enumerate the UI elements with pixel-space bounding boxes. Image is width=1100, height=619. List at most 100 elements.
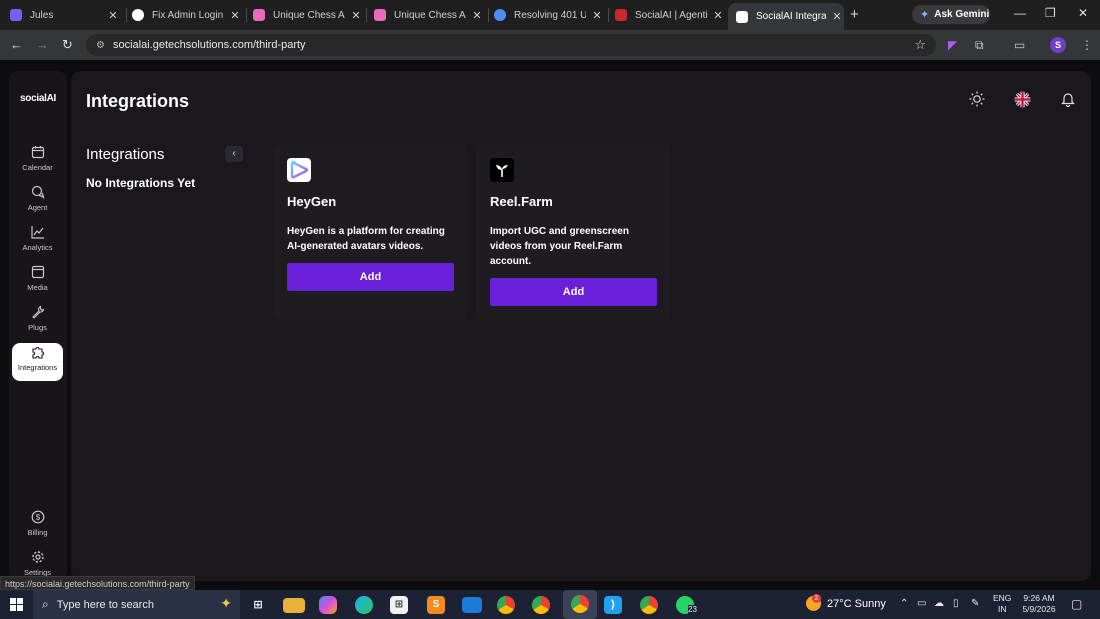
- file-explorer-icon[interactable]: [283, 598, 305, 613]
- split-view-icon[interactable]: ▭: [1014, 38, 1025, 52]
- socialai-icon: [736, 10, 748, 23]
- pen-icon[interactable]: ✎: [971, 598, 979, 609]
- theme-toggle-sun-icon[interactable]: [969, 91, 985, 112]
- chess-icon: [253, 9, 265, 21]
- close-icon[interactable]: ✕: [106, 9, 120, 22]
- forward-icon[interactable]: →: [36, 37, 49, 52]
- integration-description: Import UGC and greenscreen videos from y…: [490, 226, 629, 267]
- task-view-icon[interactable]: ⊞: [247, 594, 269, 616]
- extension-icon[interactable]: ◤: [948, 38, 957, 52]
- sidebar-item-label: Analytics: [22, 243, 53, 252]
- site-settings-icon[interactable]: ⚙: [96, 40, 105, 51]
- tab-resolving-401[interactable]: Resolving 401 Un ✕: [494, 4, 604, 26]
- close-icon[interactable]: ✕: [711, 9, 725, 22]
- sidebar-item-media[interactable]: Media: [12, 263, 63, 301]
- copilot-icon[interactable]: [319, 596, 337, 614]
- github-icon: [132, 9, 144, 21]
- collapse-panel-button[interactable]: ‹: [225, 146, 243, 162]
- integration-name: HeyGen: [287, 194, 337, 209]
- integration-description: HeyGen is a platform for creating AI-gen…: [287, 226, 445, 252]
- restore-icon[interactable]: ❐: [1045, 6, 1056, 20]
- screen: Jules ✕ Fix Admin Login a ✕ Unique Chess…: [0, 0, 1100, 619]
- tab-unique-chess-1[interactable]: Unique Chess Aca ✕: [253, 4, 363, 26]
- sidebar-item-integrations[interactable]: Integrations: [12, 343, 63, 381]
- new-tab-button[interactable]: +: [850, 6, 859, 23]
- language-indicator[interactable]: ENG IN: [993, 593, 1011, 615]
- search-placeholder: Type here to search: [56, 598, 154, 611]
- extensions-puzzle-icon[interactable]: ⧉: [975, 38, 984, 53]
- chrome-active-window-icon[interactable]: [563, 590, 597, 619]
- dollar-icon: $: [12, 508, 63, 526]
- battery-icon[interactable]: ▭: [917, 598, 926, 609]
- sidebar-item-label: Integrations: [17, 363, 58, 372]
- close-window-icon[interactable]: ✕: [1078, 6, 1088, 20]
- jules-icon: [10, 9, 22, 21]
- weather-text: 27°C Sunny: [827, 597, 886, 610]
- empty-state-text: No Integrations Yet: [86, 176, 196, 190]
- tab-github[interactable]: Fix Admin Login a ✕: [132, 4, 242, 26]
- clock-time: 9:26 AM: [1023, 593, 1055, 603]
- back-icon[interactable]: ←: [10, 37, 23, 52]
- vscode-icon[interactable]: ⟩: [604, 596, 622, 614]
- language-code: ENG: [993, 593, 1012, 603]
- sidebar-item-billing[interactable]: $ Billing: [12, 508, 63, 546]
- notifications-bell-icon[interactable]: [1060, 91, 1076, 112]
- profile-avatar[interactable]: S: [1050, 37, 1066, 53]
- close-icon[interactable]: ✕: [470, 9, 484, 22]
- chat-icon: [12, 183, 63, 201]
- chrome-icon[interactable]: [497, 596, 515, 614]
- region-code: IN: [997, 604, 1007, 614]
- tab-jules[interactable]: Jules ✕: [10, 4, 120, 26]
- reload-icon[interactable]: ↻: [62, 37, 73, 53]
- logo: socialAI: [20, 93, 56, 104]
- chrome-second-profile-icon[interactable]: [640, 596, 658, 614]
- mail-icon[interactable]: [462, 597, 482, 613]
- cloud-icon[interactable]: ☁: [934, 598, 944, 609]
- sublime-icon[interactable]: S: [427, 596, 445, 614]
- browser-toolbar: ← → ↻ ⚙ socialai.getechsolutions.com/thi…: [0, 30, 1100, 60]
- tab-title: Unique Chess Aca: [394, 9, 466, 21]
- chrome-profile-icon[interactable]: [532, 596, 550, 614]
- close-icon[interactable]: ✕: [349, 9, 363, 22]
- edge-icon[interactable]: [355, 596, 373, 614]
- integration-name: Reel.Farm: [490, 194, 553, 209]
- close-icon[interactable]: ✕: [228, 9, 242, 22]
- tab-socialai-agentic[interactable]: SocialAI | Agentic ✕: [615, 4, 725, 26]
- url-text: socialai.getechsolutions.com/third-party: [112, 39, 306, 51]
- sidebar-item-plugs[interactable]: Plugs: [12, 303, 63, 341]
- show-hidden-icons-chevron-icon[interactable]: ⌃: [900, 598, 908, 609]
- ask-gemini-label: Ask Gemini: [934, 9, 990, 20]
- integration-card-reelfarm: Reel.Farm Import UGC and greenscreen vid…: [476, 144, 670, 320]
- sidebar-item-agent[interactable]: Agent: [12, 183, 63, 221]
- sidebar-item-label: Plugs: [28, 323, 47, 332]
- tab-unique-chess-2[interactable]: Unique Chess Aca ✕: [374, 4, 484, 26]
- close-icon[interactable]: ✕: [590, 9, 604, 22]
- menu-kebab-icon[interactable]: ⋮: [1081, 38, 1093, 52]
- copilot-sparkle-icon: ✦: [220, 595, 232, 611]
- device-icon[interactable]: ▯: [953, 598, 959, 609]
- heygen-logo-icon: [287, 158, 311, 182]
- add-reelfarm-button[interactable]: Add: [490, 278, 657, 306]
- store-icon[interactable]: ⊞: [390, 596, 408, 614]
- sidebar-item-calendar[interactable]: Calendar: [12, 143, 63, 181]
- bookmark-star-icon[interactable]: ☆: [914, 37, 926, 53]
- close-icon[interactable]: ✕: [830, 10, 844, 23]
- add-heygen-button[interactable]: Add: [287, 263, 454, 291]
- clock[interactable]: 9:26 AM 5/9/2026: [1019, 593, 1059, 615]
- sidebar-item-label: Billing: [27, 528, 48, 537]
- ask-gemini-button[interactable]: ✦ Ask Gemini: [912, 5, 990, 24]
- uk-flag-language-icon[interactable]: [1014, 91, 1031, 113]
- notification-center-icon[interactable]: ▢: [1071, 597, 1082, 611]
- tab-socialai-integrations[interactable]: SocialAI Integratic ✕: [728, 3, 844, 30]
- minimize-icon[interactable]: —: [1014, 6, 1026, 20]
- panel-title: Integrations: [86, 146, 165, 163]
- wrench-icon: [12, 303, 63, 321]
- windows-start-icon[interactable]: [10, 598, 23, 611]
- sidebar-item-analytics[interactable]: Analytics: [12, 223, 63, 261]
- calendar-icon: [12, 143, 63, 161]
- gear-icon: [12, 548, 63, 566]
- gemini-icon: [494, 9, 506, 21]
- address-bar[interactable]: ⚙ socialai.getechsolutions.com/third-par…: [86, 34, 936, 56]
- taskbar-search-input[interactable]: ⌕ Type here to search ✦: [33, 590, 240, 619]
- sidebar: socialAI Calendar Agent Analytics Media …: [9, 71, 67, 581]
